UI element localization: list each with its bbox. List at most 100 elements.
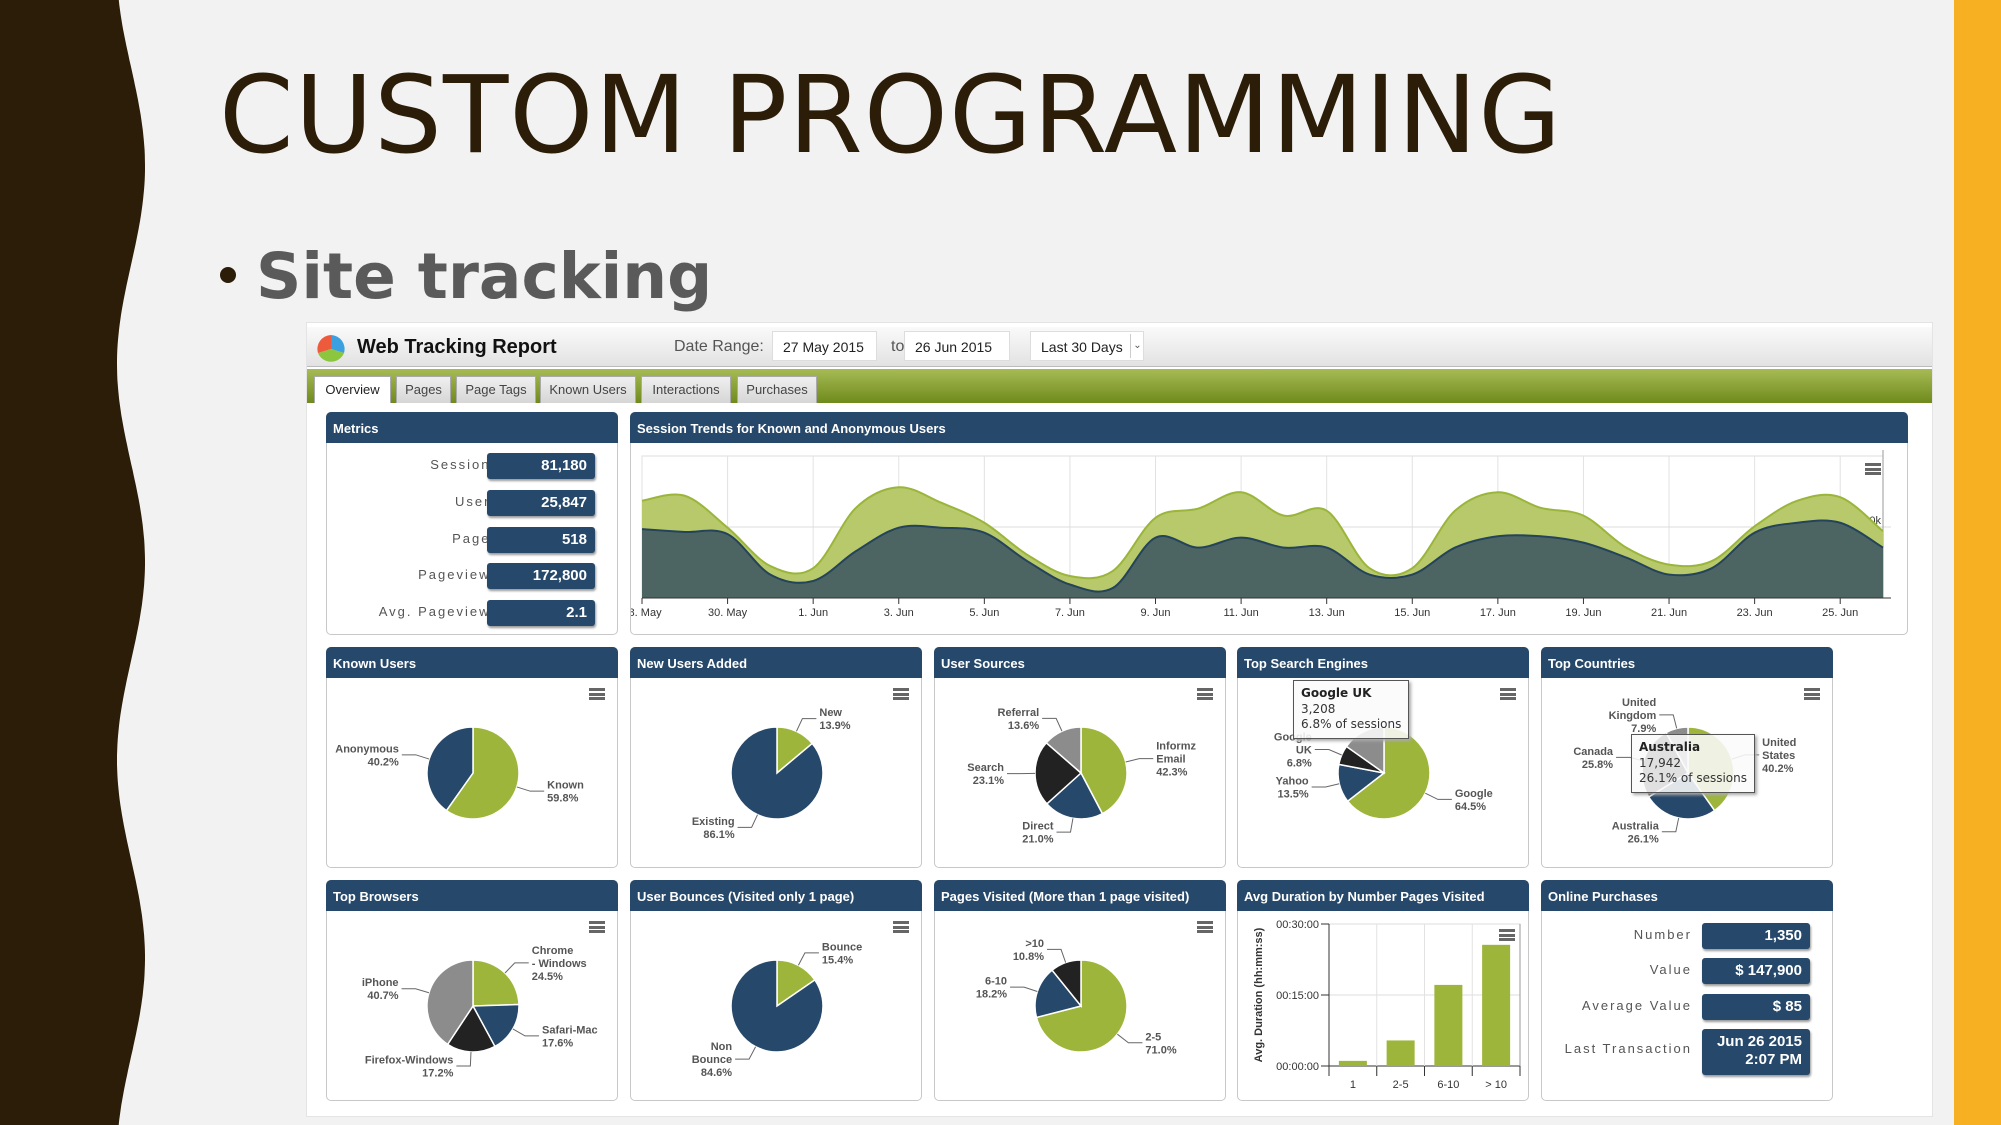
- top-countries-panel: Top Countries United States 40.2% Australia 2…: [1541, 647, 1833, 868]
- purchase-row-value: Value $ 147,900: [1542, 958, 1832, 984]
- x-tick-label: 9. Jun: [1141, 607, 1171, 619]
- pie-label: 6-10 18.2%: [976, 976, 1007, 1001]
- pie-label: Chrome - Windows 24.5%: [532, 945, 587, 983]
- metric-row-pages: Pages 518: [327, 527, 617, 553]
- tab-page-tags[interactable]: Page Tags: [456, 376, 536, 403]
- x-tick-label: 3. Jun: [884, 607, 914, 619]
- tab-known-users[interactable]: Known Users: [540, 376, 636, 403]
- date-from-input[interactable]: 27 May 2015: [772, 331, 877, 361]
- x-tick-label: 1: [1350, 1079, 1356, 1091]
- x-tick-label: 11. Jun: [1223, 607, 1258, 619]
- x-tick-label: 17. Jun: [1480, 607, 1516, 619]
- metric-row-avg-pageviews: Avg. Pageviews 2.1: [327, 600, 617, 626]
- user-sources-panel: User Sources Informz Email 42.3% Direct 21.0%…: [934, 647, 1226, 868]
- pie-label: Existing 86.1%: [692, 816, 735, 841]
- chevron-down-icon[interactable]: ⌄: [1130, 334, 1144, 358]
- date-to-label: to: [891, 338, 905, 355]
- panel-title: New Users Added: [630, 647, 922, 678]
- x-tick-label: 7. Jun: [1055, 607, 1085, 619]
- metric-label: Avg. Pageviews: [378, 604, 499, 619]
- avg-duration-panel: Avg Duration by Number Pages Visited 00:…: [1237, 880, 1529, 1101]
- bullet-text: Site tracking: [256, 240, 713, 313]
- purchase-label: Number: [1633, 927, 1692, 942]
- metric-row-sessions: Sessions 81,180: [327, 453, 617, 479]
- pie-label: Firefox-Windows 17.2%: [365, 1054, 454, 1079]
- metric-row-pageviews: Pageviews 172,800: [327, 563, 617, 589]
- panel-title: Metrics: [326, 412, 618, 443]
- app-title: Web Tracking Report: [357, 336, 557, 358]
- pie-chart: Chrome - Windows 24.5% Safari-Mac 17.6% Firef…: [362, 945, 598, 1080]
- pie-label: iPhone 40.7%: [362, 977, 399, 1002]
- x-tick-label: 19. Jun: [1565, 607, 1601, 619]
- metric-value: 172,800: [487, 563, 595, 589]
- x-tick-label: 15. Jun: [1394, 607, 1430, 619]
- chart-menu-icon[interactable]: [1499, 929, 1515, 941]
- purchase-label: Average Value: [1581, 998, 1692, 1013]
- pie-label: Referral 13.6%: [998, 707, 1040, 732]
- bar[interactable]: [1386, 1040, 1415, 1066]
- panel-title: User Sources: [934, 647, 1226, 678]
- pie-label: Safari-Mac 17.6%: [542, 1024, 598, 1049]
- purchase-row-number: Number 1,350: [1542, 923, 1832, 949]
- pie-connector: [456, 1051, 472, 1067]
- panel-title: Pages Visited (More than 1 page visited): [934, 880, 1226, 911]
- metric-value: 518: [487, 527, 595, 553]
- transaction-date: Jun 26 2015: [1716, 1033, 1802, 1050]
- user-bounces-panel: User Bounces (Visited only 1 page) Bounce…: [630, 880, 922, 1101]
- x-tick-label: 21. Jun: [1651, 607, 1687, 619]
- tooltip-share: 6.8% of sessions: [1301, 717, 1402, 732]
- tab-purchases[interactable]: Purchases: [737, 376, 817, 403]
- pie-chart: New 13.9% Existing 86.1%: [692, 707, 851, 841]
- tab-interactions[interactable]: Interactions: [641, 376, 731, 403]
- x-tick-label: 5. Jun: [969, 607, 999, 619]
- pie-connector: [401, 754, 430, 760]
- pie-connector: [1314, 749, 1342, 756]
- pie-label: Canada 25.8%: [1573, 746, 1614, 771]
- date-preset-select[interactable]: Last 30 Days ⌄: [1030, 331, 1144, 361]
- metric-value: 25,847: [487, 490, 595, 516]
- online-purchases-panel: Online Purchases Number 1,350 Value $ 147,…: [1541, 880, 1833, 1101]
- chart-tooltip: Google UK 3,208 6.8% of sessions: [1293, 680, 1410, 739]
- top-search-engines-panel: Top Search Engines Google64.5% Yahoo13.5% G…: [1237, 647, 1529, 868]
- panel-title: Online Purchases: [1541, 880, 1833, 911]
- pie-connector: [797, 952, 819, 966]
- x-tick-label: > 10: [1485, 1079, 1507, 1091]
- pie-slice[interactable]: [472, 959, 520, 1007]
- x-tick-label: 23. Jun: [1737, 607, 1773, 619]
- purchase-label: Value: [1649, 962, 1692, 977]
- date-preset-value: Last 30 Days: [1041, 339, 1123, 355]
- x-tick-label: 13. Jun: [1309, 607, 1345, 619]
- tab-bar: Overview Pages Page Tags Known Users Int…: [307, 369, 1932, 403]
- pie-connector: [735, 1046, 757, 1060]
- pie-connector: [512, 1028, 540, 1037]
- session-trends-panel: Session Trends for Known and Anonymous U…: [630, 412, 1908, 635]
- tab-pages[interactable]: Pages: [396, 376, 451, 403]
- purchase-value: $ 147,900: [1702, 958, 1810, 984]
- chart-menu-icon[interactable]: [1865, 463, 1881, 475]
- pie-chart: 2-5 71.0% 6-10 18.2%>10 10.8%: [976, 938, 1177, 1056]
- pie-connector: [1125, 758, 1154, 763]
- pie-label: Non Bounce 84.6%: [692, 1041, 733, 1079]
- date-to-input[interactable]: 26 Jun 2015: [904, 331, 1010, 361]
- tooltip-title: Australia: [1639, 740, 1701, 754]
- tab-overview[interactable]: Overview: [314, 376, 391, 403]
- bullet-icon: [220, 266, 236, 283]
- pie-label: New 13.9%: [819, 707, 850, 732]
- bar[interactable]: [1482, 944, 1511, 1066]
- pie-label: 2-5 71.0%: [1145, 1031, 1176, 1056]
- metric-value: 2.1: [487, 600, 595, 626]
- pie-connector: [1311, 783, 1340, 788]
- pie-connector: [1042, 717, 1063, 732]
- slide-bullet: Site tracking: [220, 242, 712, 311]
- x-tick-label: 30. May: [708, 607, 748, 619]
- pie-label: Search 23.1%: [967, 762, 1004, 787]
- tooltip-share: 26.1% of sessions: [1639, 771, 1747, 786]
- date-range-label: Date Range:: [674, 338, 764, 355]
- x-tick-label: 28. May: [631, 607, 662, 619]
- slide-title: CUSTOM PROGRAMMING: [219, 54, 1563, 178]
- chart-tooltip: Australia 17,942 26.1% of sessions: [1631, 734, 1755, 793]
- pie-label: United Kingdom 7.9%: [1609, 697, 1657, 735]
- metric-row-users: Users 25,847: [327, 490, 617, 516]
- bar[interactable]: [1434, 984, 1463, 1066]
- bar[interactable]: [1338, 1060, 1367, 1066]
